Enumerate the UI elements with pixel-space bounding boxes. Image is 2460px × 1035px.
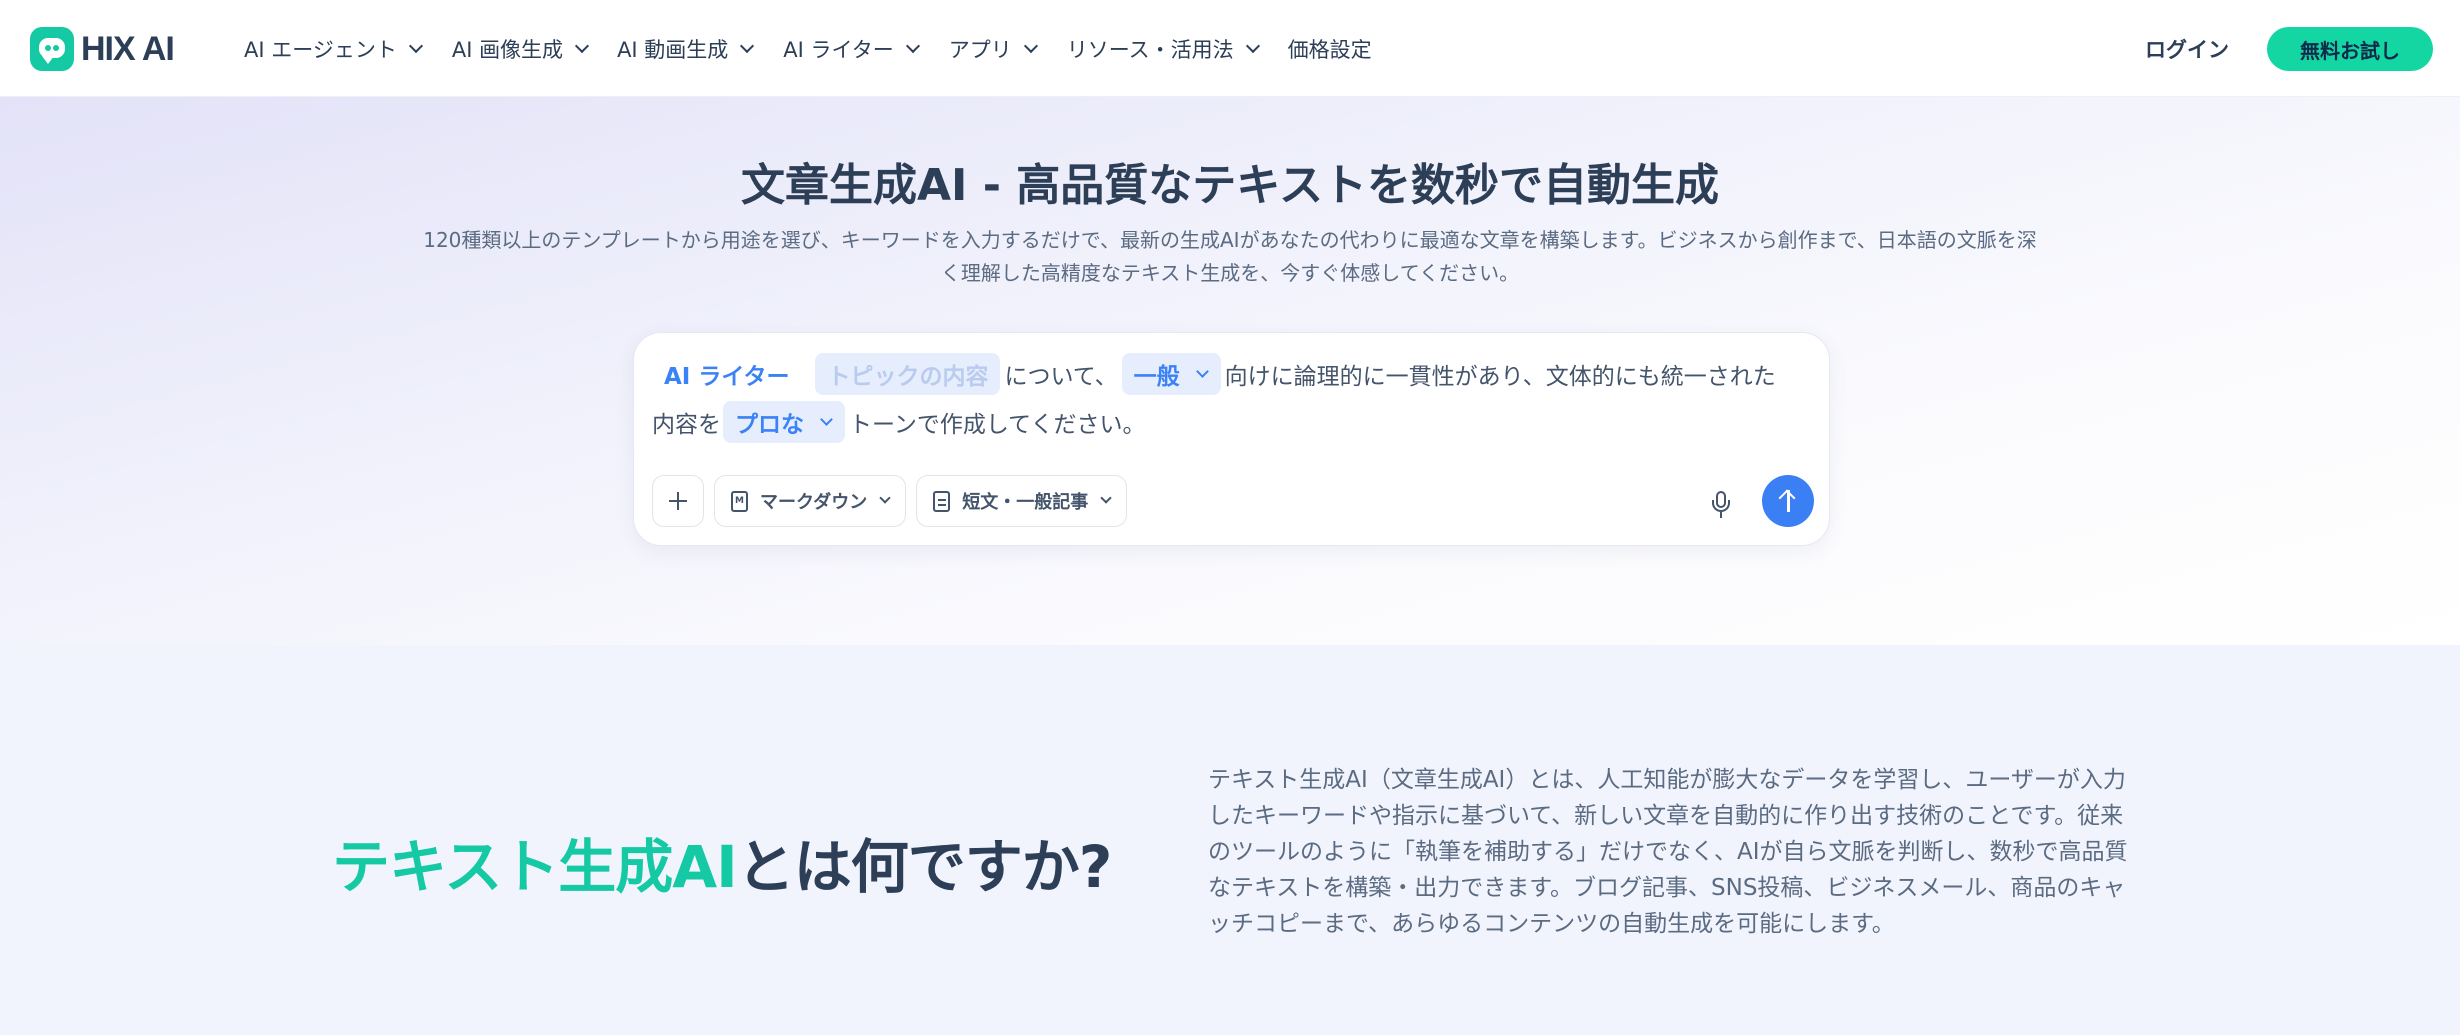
chevron-down-icon — [574, 38, 590, 54]
microphone-icon[interactable] — [1709, 491, 1733, 519]
nav-item-ai-writer[interactable]: AI ライター — [783, 34, 920, 64]
nav-item-ai-image[interactable]: AI 画像生成 — [451, 34, 590, 64]
nav-item-label: 価格設定 — [1287, 38, 1372, 62]
chevron-down-icon — [740, 38, 755, 54]
chevron-down-icon — [1245, 38, 1260, 54]
page-title: 文章生成AI - 高品質なテキストを数秒で自動生成 — [740, 160, 1719, 211]
nav-item-label: リソース・活用法 — [1066, 38, 1234, 62]
tone-select[interactable]: プロな — [723, 401, 845, 443]
prompt-text-content: 内容を — [652, 412, 721, 438]
logo-text: HIX AI — [81, 29, 175, 68]
nav-item-ai-video[interactable]: AI 動画生成 — [617, 34, 755, 64]
hero-description: 120種類以上のテンプレートから用途を選び、キーワードを入力するだけで、最新の生… — [423, 228, 2037, 285]
send-button[interactable] — [1762, 475, 1814, 527]
format-label: マークダウン — [760, 492, 868, 513]
logo[interactable]: HIX AI — [30, 27, 175, 71]
chevron-down-icon — [1023, 38, 1038, 54]
nav-item-ai-agent[interactable]: AI エージェント — [244, 34, 423, 64]
audience-value: 一般 — [1133, 364, 1180, 390]
chevron-down-icon — [1100, 492, 1112, 504]
prompt-line-2: 内容を プロな トーンで作成してください。 — [652, 401, 1145, 443]
about-body: テキスト生成AI（文章生成AI）とは、人工知能が膨大なデータを学習し、ユーザーが… — [1208, 767, 2128, 937]
audience-select[interactable]: 一般 — [1121, 353, 1221, 395]
nav-item-resources[interactable]: リソース・活用法 — [1066, 34, 1260, 64]
markdown-file-icon — [731, 490, 748, 512]
main-nav: AI エージェント AI 画像生成 AI 動画生成 AI ライター アプリ リソ… — [244, 30, 1372, 68]
chevron-down-icon — [879, 492, 891, 504]
nav-item-label: AI ライター — [783, 38, 894, 62]
chevron-down-icon — [408, 38, 423, 54]
free-trial-button[interactable]: 無料お試し — [2267, 27, 2433, 71]
add-button[interactable] — [652, 475, 704, 527]
prompt-text-mid: 向けに論理的に一貫性があり、文体的にも統一された — [1224, 364, 1776, 390]
nav-item-apps[interactable]: アプリ — [948, 34, 1038, 64]
about-heading: テキスト生成AIとは何ですか? — [332, 820, 1113, 904]
length-select[interactable]: 短文・一般記事 — [916, 475, 1128, 527]
nav-item-label: アプリ — [948, 38, 1012, 62]
document-icon — [933, 490, 951, 512]
nav-item-pricing[interactable]: 価格設定 — [1288, 34, 1372, 64]
nav-item-label: AI 画像生成 — [451, 38, 564, 62]
login-link[interactable]: ログイン — [2145, 34, 2229, 64]
tone-value: プロな — [735, 412, 804, 438]
prompt-text-end: トーンで作成してください。 — [849, 412, 1146, 438]
length-label: 短文・一般記事 — [962, 492, 1089, 513]
about-heading-accent: テキスト生成AI — [332, 833, 738, 901]
composer-toolbar: マークダウン 短文・一般記事 — [652, 475, 1128, 527]
writer-tag: AI ライター — [664, 364, 790, 390]
prompt-line-1: AI ライター トピックの内容 について、 一般 向けに論理的に一貫性があり、文… — [652, 353, 1776, 395]
chevron-down-icon — [905, 38, 920, 54]
nav-item-label: AI エージェント — [244, 38, 397, 62]
prompt-text-about: について、 — [1004, 364, 1118, 390]
chevron-down-icon — [820, 412, 833, 426]
about-heading-rest: とは何ですか? — [736, 833, 1113, 901]
about-section: テキスト生成AIとは何ですか? テキスト生成AI（文章生成AI）とは、人工知能が… — [0, 645, 2460, 1035]
hix-logo-icon — [30, 27, 74, 71]
topic-input[interactable]: トピックの内容 — [815, 353, 1001, 395]
hero-section: 文章生成AI - 高品質なテキストを数秒で自動生成 120種類以上のテンプレート… — [0, 97, 2460, 645]
top-navigation-bar: HIX AI AI エージェント AI 画像生成 AI 動画生成 AI ライター… — [0, 0, 2460, 97]
format-select[interactable]: マークダウン — [714, 475, 907, 527]
prompt-composer: AI ライター トピックの内容 について、 一般 向けに論理的に一貫性があり、文… — [633, 332, 1830, 546]
nav-item-label: AI 動画生成 — [617, 38, 729, 62]
chevron-down-icon — [1195, 364, 1209, 378]
